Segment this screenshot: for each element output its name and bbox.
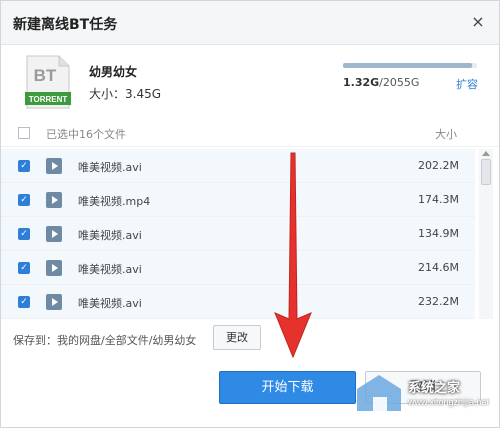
video-file-icon xyxy=(46,226,62,242)
close-icon[interactable]: × xyxy=(467,11,489,33)
red-arrow-annotation-icon xyxy=(274,152,312,359)
file-checkbox[interactable]: ✓ xyxy=(18,262,30,274)
file-size: 174.3M xyxy=(418,193,459,206)
file-size: 214.6M xyxy=(418,261,459,274)
selected-summary: 已选中16个文件 xyxy=(46,128,126,141)
file-name: 唯美视频.avi xyxy=(78,161,142,174)
file-row[interactable]: ✓ 唯美视频.mp4 174.3M xyxy=(1,183,475,217)
file-name: 唯美视频.mp4 xyxy=(78,195,151,208)
file-row[interactable]: ✓ 唯美视频.avi 134.9M xyxy=(1,217,475,251)
watermark-url: www.xitongzhijia.net xyxy=(408,397,490,407)
file-row[interactable]: ✓ 唯美视频.avi 232.2M xyxy=(1,285,475,319)
start-download-button[interactable]: 开始下载 xyxy=(219,371,356,404)
torrent-icon-bt-text: BT xyxy=(34,66,57,85)
storage-quota-text: 1.32G/2055G xyxy=(343,76,419,89)
video-file-icon xyxy=(46,260,62,276)
select-all-checkbox[interactable] xyxy=(18,127,30,139)
storage-quota-fill xyxy=(343,63,472,68)
file-size: 202.2M xyxy=(418,159,459,172)
video-file-icon xyxy=(46,294,62,310)
torrent-file-icon: BT TORRENT xyxy=(25,55,71,109)
storage-used: 1.32G xyxy=(343,76,380,89)
bt-task-dialog: 新建离线BT任务 × BT TORRENT 幼男幼女 大小：3.45G 1.32… xyxy=(0,0,500,428)
task-size: 大小：3.45G xyxy=(89,87,162,101)
storage-total: /2055G xyxy=(379,76,420,89)
task-name: 幼男幼女 xyxy=(89,65,138,79)
file-list-scrollbar[interactable] xyxy=(479,149,493,319)
file-row[interactable]: ✓ 唯美视频.avi 214.6M xyxy=(1,251,475,285)
file-list: ✓ 唯美视频.avi 202.2M ✓ 唯美视频.mp4 174.3M ✓ 唯美… xyxy=(1,149,475,319)
change-path-button[interactable]: 更改 xyxy=(213,325,261,350)
torrent-icon-label: TORRENT xyxy=(29,95,68,104)
file-name: 唯美视频.avi xyxy=(78,229,142,242)
expand-storage-link[interactable]: 扩容 xyxy=(456,76,478,92)
file-checkbox[interactable]: ✓ xyxy=(18,160,30,172)
file-checkbox[interactable]: ✓ xyxy=(18,228,30,240)
file-name: 唯美视频.avi xyxy=(78,297,142,310)
video-file-icon xyxy=(46,158,62,174)
storage-quota-bar xyxy=(343,63,477,68)
dialog-titlebar: 新建离线BT任务 × xyxy=(1,1,499,45)
scroll-thumb[interactable] xyxy=(481,159,491,185)
scroll-up-arrow-icon[interactable] xyxy=(482,151,490,156)
dialog-title: 新建离线BT任务 xyxy=(13,17,118,33)
file-size: 134.9M xyxy=(418,227,459,240)
file-row[interactable]: ✓ 唯美视频.avi 202.2M xyxy=(1,149,475,183)
file-list-header: 已选中16个文件 大小 xyxy=(1,119,499,147)
video-file-icon xyxy=(46,192,62,208)
file-checkbox[interactable]: ✓ xyxy=(18,194,30,206)
size-column-header: 大小 xyxy=(435,128,457,141)
file-size: 232.2M xyxy=(418,295,459,308)
file-checkbox[interactable]: ✓ xyxy=(18,296,30,308)
file-name: 唯美视频.avi xyxy=(78,263,142,276)
save-path-label: 保存到：我的网盘/全部文件/幼男幼女 xyxy=(13,334,197,347)
watermark-text: 系统之家 xyxy=(408,380,461,395)
